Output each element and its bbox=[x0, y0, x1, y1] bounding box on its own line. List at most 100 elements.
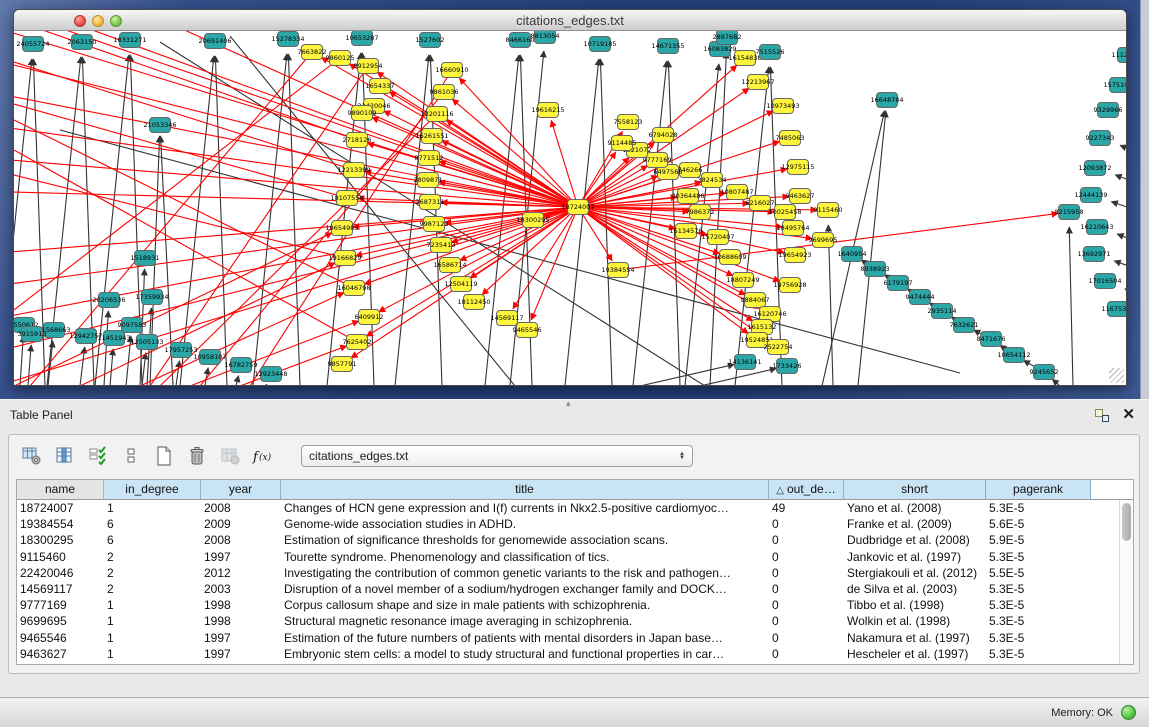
network-edge[interactable] bbox=[14, 32, 578, 207]
cell[interactable]: 1 bbox=[104, 597, 201, 613]
cell[interactable]: Jankovic et al. (1997) bbox=[844, 549, 986, 565]
column-header-title[interactable]: title bbox=[281, 480, 769, 499]
cell[interactable]: 0 bbox=[769, 549, 844, 565]
network-edge[interactable] bbox=[668, 61, 680, 385]
cell[interactable]: 0 bbox=[769, 581, 844, 597]
cell[interactable]: 2012 bbox=[201, 565, 281, 581]
cell[interactable]: 1 bbox=[104, 630, 201, 646]
cell[interactable]: 1998 bbox=[201, 613, 281, 629]
table-row[interactable]: 911546021997Tourette syndrome. Phenomeno… bbox=[17, 549, 1133, 565]
row-display-icon[interactable] bbox=[120, 445, 142, 467]
cell[interactable]: 1998 bbox=[201, 597, 281, 613]
column-header-name[interactable]: name bbox=[17, 480, 104, 499]
network-edge[interactable] bbox=[14, 64, 578, 207]
cell[interactable]: Corpus callosum shape and size in male p… bbox=[281, 597, 769, 613]
network-canvas[interactable]: 1872400776638229860125891295416543372242… bbox=[14, 31, 1126, 385]
create-table-icon[interactable] bbox=[153, 445, 175, 467]
cell[interactable]: 18300295 bbox=[17, 532, 104, 548]
float-window-icon[interactable] bbox=[1095, 409, 1109, 422]
cell[interactable]: 9699695 bbox=[17, 613, 104, 629]
column-header-in_degree[interactable]: in_degree bbox=[104, 480, 201, 499]
network-edge[interactable] bbox=[1052, 379, 1060, 385]
cell[interactable]: Disruption of a novel member of a sodium… bbox=[281, 581, 769, 597]
table-row[interactable]: 969969511998Structural magnetic resonanc… bbox=[17, 613, 1133, 629]
cell[interactable]: 9465546 bbox=[17, 630, 104, 646]
network-edge[interactable] bbox=[142, 353, 146, 385]
cell[interactable]: 0 bbox=[769, 532, 844, 548]
network-edge[interactable] bbox=[14, 62, 354, 170]
cell[interactable]: 5.3E-5 bbox=[986, 500, 1091, 516]
table-row[interactable]: 946554611997Estimation of the future num… bbox=[17, 630, 1133, 646]
network-edge[interactable] bbox=[485, 55, 519, 385]
function-builder-icon[interactable]: f(x) bbox=[252, 445, 274, 467]
splitter-handle-icon[interactable]: ▴ bbox=[566, 398, 571, 409]
cell[interactable]: 2008 bbox=[201, 500, 281, 516]
network-edge[interactable] bbox=[110, 349, 113, 385]
network-edge[interactable] bbox=[1111, 202, 1126, 215]
cell[interactable]: de Silva et al. (2003) bbox=[844, 581, 986, 597]
column-header-short[interactable]: short bbox=[844, 480, 986, 499]
cell[interactable]: Franke et al. (2009) bbox=[844, 516, 986, 532]
table-row[interactable]: 946362711997Embryonic stem cells: a mode… bbox=[17, 646, 1133, 662]
cell[interactable]: 5.6E-5 bbox=[986, 516, 1091, 532]
network-edge[interactable] bbox=[266, 384, 267, 385]
cell[interactable]: Investigating the contribution of common… bbox=[281, 565, 769, 581]
network-edge[interactable] bbox=[565, 59, 599, 385]
cell[interactable]: Estimation of significance thresholds fo… bbox=[281, 532, 769, 548]
cell[interactable]: Estimation of the future numbers of pati… bbox=[281, 630, 769, 646]
network-edge[interactable] bbox=[14, 233, 332, 385]
cell[interactable]: 9115460 bbox=[17, 549, 104, 565]
cell[interactable]: 9463627 bbox=[17, 646, 104, 662]
cell[interactable]: 2003 bbox=[201, 581, 281, 597]
network-edge[interactable] bbox=[14, 120, 354, 288]
import-table-icon[interactable] bbox=[219, 445, 241, 467]
cell[interactable]: 2008 bbox=[201, 532, 281, 548]
cell[interactable]: Wolkin et al. (1998) bbox=[844, 613, 986, 629]
cell[interactable]: 22420046 bbox=[17, 565, 104, 581]
table-row[interactable]: 2242004622012Investigating the contribut… bbox=[17, 565, 1133, 581]
column-header-year[interactable]: year bbox=[201, 480, 281, 499]
network-edge[interactable] bbox=[176, 361, 179, 385]
cell[interactable]: 49 bbox=[769, 500, 844, 516]
cell[interactable]: 5.3E-5 bbox=[986, 597, 1091, 613]
network-edge[interactable] bbox=[14, 207, 578, 348]
network-edge[interactable] bbox=[372, 117, 578, 207]
cell[interactable]: 2 bbox=[104, 565, 201, 581]
network-edge[interactable] bbox=[236, 376, 238, 385]
network-edge[interactable] bbox=[710, 52, 726, 385]
close-icon[interactable]: ✕ bbox=[1122, 405, 1135, 423]
cell[interactable]: 5.9E-5 bbox=[986, 532, 1091, 548]
cell[interactable]: 19384554 bbox=[17, 516, 104, 532]
table-row[interactable]: 977716911998Corpus callosum shape and si… bbox=[17, 597, 1133, 613]
table-row[interactable]: 1938455462009Genome-wide association stu… bbox=[17, 516, 1133, 532]
cell[interactable]: 0 bbox=[769, 630, 844, 646]
network-edge[interactable] bbox=[368, 143, 578, 207]
column-header-pagerank[interactable]: pagerank bbox=[986, 480, 1091, 499]
delete-table-icon[interactable] bbox=[186, 445, 208, 467]
cell[interactable]: 5.3E-5 bbox=[986, 630, 1091, 646]
cell[interactable]: Embryonic stem cells: a model to study s… bbox=[281, 646, 769, 662]
cell[interactable]: Dudbridge et al. (2008) bbox=[844, 532, 986, 548]
network-edge[interactable] bbox=[828, 225, 833, 385]
cell[interactable]: 6 bbox=[104, 532, 201, 548]
cell[interactable]: Yano et al. (2008) bbox=[844, 500, 986, 516]
cell[interactable]: 18724007 bbox=[17, 500, 104, 516]
window-resize-grip-icon[interactable] bbox=[1109, 368, 1124, 383]
network-edge[interactable] bbox=[1117, 234, 1126, 247]
table-settings-icon[interactable] bbox=[21, 445, 43, 467]
network-edge[interactable] bbox=[1069, 227, 1073, 385]
network-edge[interactable] bbox=[14, 175, 345, 258]
cell[interactable]: Genome-wide association studies in ADHD. bbox=[281, 516, 769, 532]
cell[interactable]: 5.3E-5 bbox=[986, 646, 1091, 662]
cell[interactable]: Stergiakouli et al. (2012) bbox=[844, 565, 986, 581]
cell[interactable]: 2009 bbox=[201, 516, 281, 532]
network-edge[interactable] bbox=[1115, 175, 1126, 188]
cell[interactable]: 1 bbox=[104, 613, 201, 629]
network-window-titlebar[interactable]: citations_edges.txt bbox=[14, 10, 1126, 31]
network-edge[interactable] bbox=[1114, 261, 1126, 274]
cell[interactable]: Tourette syndrome. Phenomenology and cla… bbox=[281, 549, 769, 565]
network-edge[interactable] bbox=[1125, 289, 1126, 301]
scrollbar-thumb[interactable] bbox=[1122, 503, 1131, 541]
network-edge[interactable] bbox=[700, 368, 776, 385]
vertical-scrollbar[interactable] bbox=[1119, 500, 1133, 664]
